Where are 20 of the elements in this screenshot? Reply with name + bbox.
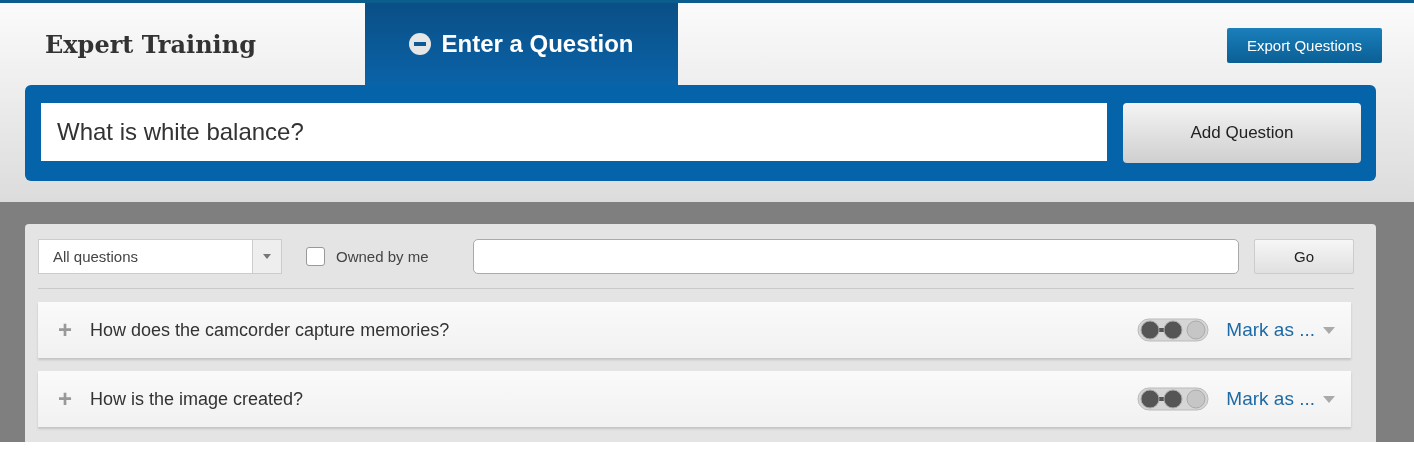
add-question-button[interactable]: Add Question — [1123, 103, 1361, 163]
question-text: How is the image created? — [90, 388, 305, 410]
caret-icon — [1323, 395, 1335, 403]
question-text: How does the camcorder capture memories? — [90, 319, 451, 341]
owned-checkbox[interactable] — [306, 246, 325, 266]
progress-dots-icon — [1136, 316, 1211, 344]
minus-circle-icon — [409, 33, 432, 55]
mark-as-menu[interactable]: Mark as ... — [1226, 319, 1335, 341]
go-button[interactable]: Go — [1254, 238, 1354, 274]
export-questions-button[interactable]: Export Questions — [1226, 28, 1382, 63]
question-input-field[interactable]: What is white balance? — [41, 103, 1107, 161]
questions-dropdown[interactable]: All questions — [38, 238, 282, 274]
progress-dots-icon — [1136, 385, 1211, 413]
app-title: Expert Training — [44, 28, 257, 61]
enter-question-tab[interactable]: Enter a Question — [365, 3, 678, 85]
owned-label: Owned by me — [336, 247, 430, 265]
mark-as-menu[interactable]: Mark as ... — [1226, 388, 1335, 410]
caret-icon — [1323, 326, 1335, 334]
search-field[interactable] — [473, 238, 1239, 274]
caret-icon — [263, 253, 271, 259]
